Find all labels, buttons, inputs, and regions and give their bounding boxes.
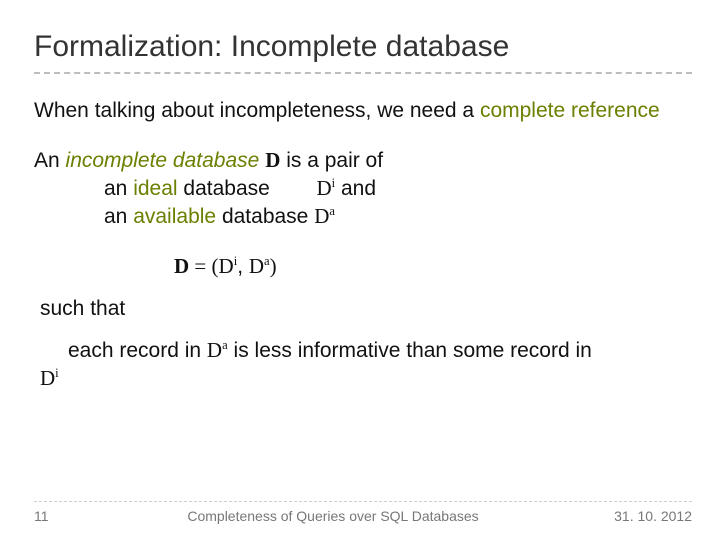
eq-Di-base: D xyxy=(219,254,234,278)
defn-line-2: an ideal database Di and xyxy=(34,175,692,203)
defn-sym-Da: Da xyxy=(314,204,335,228)
defn-sym-Di: Di xyxy=(317,176,336,200)
cond-Da: Da xyxy=(207,338,228,362)
slide-title: Formalization: Incomplete database xyxy=(34,30,692,64)
eq-close: ) xyxy=(270,254,277,278)
intro-paragraph: When talking about incompleteness, we ne… xyxy=(34,98,692,125)
defn-tail1: is a pair of xyxy=(280,149,383,172)
cond-Di-sup: i xyxy=(55,366,59,380)
slide: Formalization: Incomplete database When … xyxy=(0,0,720,540)
defn-line2c: database xyxy=(178,177,317,200)
footer-row: 11 Completeness of Queries over SQL Data… xyxy=(34,508,692,524)
defn-line3c: database xyxy=(216,205,314,228)
defn-line-3: an available database Da xyxy=(34,203,692,231)
footer-divider xyxy=(34,501,692,502)
defn-line2a: an xyxy=(104,177,133,200)
eq-D: D xyxy=(174,254,189,278)
condition-paragraph: each record in Da is less informative th… xyxy=(34,337,692,393)
definition-paragraph: An incomplete database D is a pair of an… xyxy=(34,147,692,231)
intro-lead: When talking about incompleteness, we ne… xyxy=(34,99,480,122)
title-divider xyxy=(34,72,692,74)
eq-Di: Di xyxy=(219,254,238,278)
eq-Da: Da xyxy=(249,254,270,278)
footer-center: Completeness of Queries over SQL Databas… xyxy=(74,508,592,524)
defn-emph1: incomplete database xyxy=(66,149,260,172)
cond-rec-b: is less informative than some record in xyxy=(228,339,592,362)
defn-line2d: and xyxy=(335,177,376,200)
cond-Di-base: D xyxy=(40,366,55,390)
defn-line3a: an xyxy=(104,205,133,228)
defn-Di-base: D xyxy=(317,176,332,200)
defn-line3b: available xyxy=(133,205,216,228)
defn-line2b: ideal xyxy=(133,177,177,200)
eq-Da-base: D xyxy=(249,254,264,278)
defn-line-1: An incomplete database D is a pair of xyxy=(34,147,692,175)
eq-eq: = ( xyxy=(189,254,218,278)
defn-lead1: An xyxy=(34,149,66,172)
cond-Di: Di xyxy=(40,366,59,390)
cond-Da-base: D xyxy=(207,338,222,362)
cond-rec-a: each record in xyxy=(68,339,207,362)
condition-lead: such that xyxy=(34,296,692,323)
footer-date: 31. 10. 2012 xyxy=(592,508,692,524)
slide-footer: 11 Completeness of Queries over SQL Data… xyxy=(34,501,692,524)
eq-comma: , xyxy=(237,255,249,278)
defn-sym-D: D xyxy=(265,148,280,172)
defn-Da-base: D xyxy=(314,204,329,228)
defn-Da-sup: a xyxy=(329,204,335,218)
slide-body: When talking about incompleteness, we ne… xyxy=(34,98,692,393)
page-number: 11 xyxy=(34,508,74,524)
equation-line: D = (Di, Da) xyxy=(34,253,692,281)
intro-emph: complete reference xyxy=(480,99,660,122)
